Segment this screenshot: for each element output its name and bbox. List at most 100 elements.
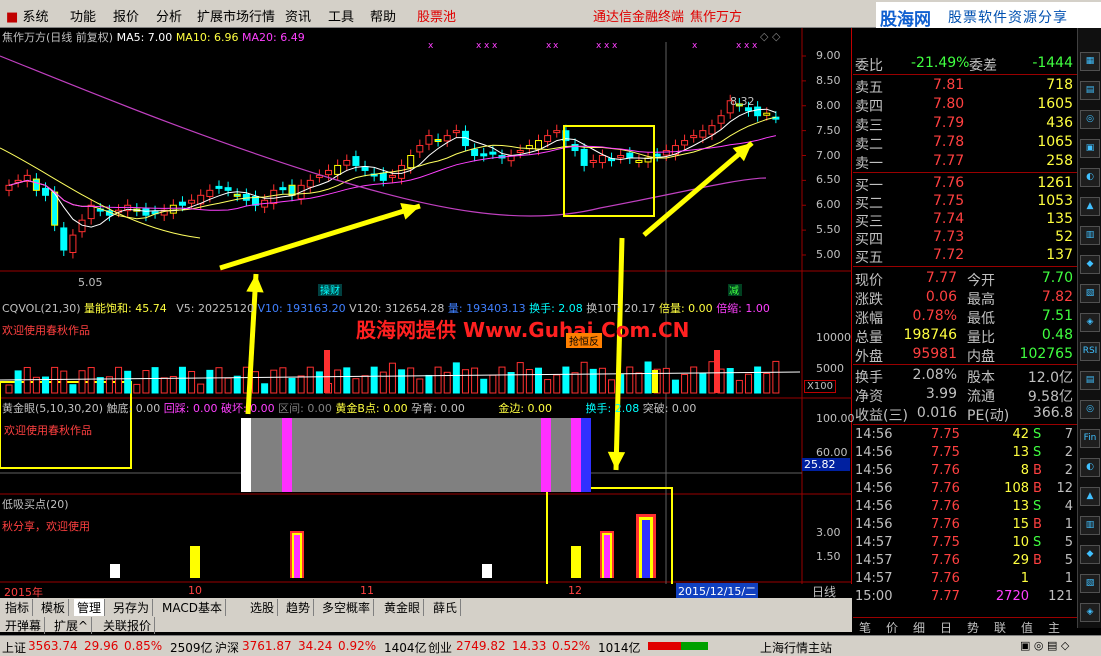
right-tool-icon[interactable]: ▧: [1080, 284, 1100, 303]
stat-value: 7.77: [925, 270, 957, 286]
volume-bar: [598, 367, 606, 394]
quote-tab[interactable]: 值: [1021, 619, 1033, 636]
menu-news[interactable]: 资讯: [285, 6, 311, 25]
menu-system[interactable]: ■ 系统: [6, 6, 48, 25]
menu-help[interactable]: 帮助: [370, 6, 396, 25]
right-tool-icon[interactable]: ▥: [1080, 516, 1100, 535]
bid-row[interactable]: 买二 7.75 1053: [853, 192, 1077, 212]
bid-row[interactable]: 买三 7.74 135: [853, 210, 1077, 230]
menu-extended-market[interactable]: 扩展市场行情: [197, 6, 275, 25]
candle-body: [188, 199, 196, 204]
tick-row[interactable]: 14:56 7.75 42 S 7: [853, 426, 1077, 444]
quote-tab[interactable]: 细: [913, 619, 925, 636]
quote-tab[interactable]: 势: [967, 619, 979, 636]
ask-row[interactable]: 卖一 7.77 258: [853, 152, 1077, 172]
candle-body: [407, 155, 415, 169]
sz-index-label[interactable]: 沪深: [215, 639, 239, 656]
bid-row[interactable]: 买五 7.72 137: [853, 246, 1077, 266]
indicator-tab[interactable]: 选股: [247, 599, 279, 616]
candle-body: [452, 130, 460, 134]
right-tool-icon[interactable]: ▥: [1080, 226, 1100, 245]
tick-row[interactable]: 14:57 7.76 1 1: [853, 570, 1077, 588]
cy-index-change: 14.33: [512, 639, 547, 653]
right-tool-icon[interactable]: ▤: [1080, 371, 1100, 390]
right-tool-icon[interactable]: ◈: [1080, 313, 1100, 332]
chart-options-icon[interactable]: ◇ ◇: [760, 30, 780, 43]
right-tool-icon[interactable]: Fin: [1080, 429, 1100, 448]
right-tool-icon[interactable]: ▲: [1080, 487, 1100, 506]
volume-bar: [644, 361, 652, 394]
menu-quote[interactable]: 报价: [113, 6, 139, 25]
menu-tools[interactable]: 工具: [328, 6, 354, 25]
right-tool-icon[interactable]: ◆: [1080, 255, 1100, 274]
indicator-tab[interactable]: 管理: [74, 599, 106, 616]
candle-body: [443, 135, 451, 142]
indicator-tab[interactable]: 指标: [2, 599, 34, 616]
right-tool-icon[interactable]: ◆: [1080, 545, 1100, 564]
tick-row[interactable]: 14:56 7.76 108 B 12: [853, 480, 1077, 498]
candle-body: [388, 174, 396, 178]
ask-row[interactable]: 卖三 7.79 436: [853, 114, 1077, 134]
right-tool-icon[interactable]: ▧: [1080, 574, 1100, 593]
status-icons[interactable]: ▣ ◎ ▤ ◇: [1020, 639, 1069, 652]
indicator-tab[interactable]: 黄金眼: [381, 599, 425, 616]
quote-tab[interactable]: 价: [886, 619, 898, 636]
top-marker: x: [736, 41, 742, 51]
tick-row[interactable]: 15:00 7.77 2720 121: [853, 588, 1077, 606]
extension-tab[interactable]: 开弹幕: [2, 617, 46, 634]
tick-row[interactable]: 14:56 7.76 15 B 1: [853, 516, 1077, 534]
volume-bar: [507, 372, 515, 394]
tick-row[interactable]: 14:56 7.75 13 S 2: [853, 444, 1077, 462]
fund-value: 3.99: [925, 386, 957, 402]
indicator-tab[interactable]: 趋势: [283, 599, 315, 616]
right-tool-icon[interactable]: ◐: [1080, 168, 1100, 187]
tick-row[interactable]: 14:57 7.76 29 B 5: [853, 552, 1077, 570]
menu-analysis[interactable]: 分析: [156, 6, 182, 25]
right-tool-icon[interactable]: RSI: [1080, 342, 1100, 361]
right-tool-icon[interactable]: ▤: [1080, 81, 1100, 100]
extension-tab[interactable]: 扩展^: [51, 617, 93, 634]
tick-row[interactable]: 14:57 7.75 10 S 5: [853, 534, 1077, 552]
tick-row[interactable]: 14:56 7.76 13 S 4: [853, 498, 1077, 516]
right-tool-icon[interactable]: ▣: [1080, 139, 1100, 158]
bid-row[interactable]: 买四 7.73 52: [853, 228, 1077, 248]
candle-body: [681, 140, 689, 146]
server-status[interactable]: 上海行情主站: [760, 639, 832, 656]
menu-stock-pool[interactable]: 股票池: [417, 6, 456, 25]
volume-bar: [671, 379, 679, 394]
indicator-tab[interactable]: 薛氏: [430, 599, 462, 616]
volume-note: 欢迎使用春秋作品: [2, 324, 90, 337]
tick-row[interactable]: 14:56 7.76 8 B 2: [853, 462, 1077, 480]
extension-tab[interactable]: 关联报价: [100, 617, 156, 634]
ask-row[interactable]: 卖五 7.81 718: [853, 76, 1077, 96]
indicator-tab[interactable]: MACD基本: [159, 599, 226, 616]
price-ylabel: 8.50: [816, 73, 841, 87]
tick-count: 1: [1064, 571, 1073, 586]
chart-area[interactable]: x x x x x x x x x x x x x 5.05 8.32 操财减 焦作万方(日线 前复权) MA…: [0, 28, 855, 599]
kline-title: 焦作万方(日线 前复权): [2, 31, 114, 44]
lowbuy-bar: [190, 546, 200, 578]
quote-tab[interactable]: 笔: [859, 619, 871, 636]
cy-index-label[interactable]: 创业: [428, 639, 452, 656]
quote-tab[interactable]: 联: [994, 619, 1006, 636]
candle-body: [480, 153, 488, 157]
indicator-tab[interactable]: 多空概率: [319, 599, 375, 616]
right-tool-icon[interactable]: ◎: [1080, 110, 1100, 129]
right-tool-icon[interactable]: ◐: [1080, 458, 1100, 477]
tick-count: 5: [1064, 535, 1073, 550]
quote-tab[interactable]: 日: [940, 619, 952, 636]
right-tool-icon[interactable]: ▲: [1080, 197, 1100, 216]
menu-function[interactable]: 功能: [70, 6, 96, 25]
bid-row[interactable]: 买一 7.76 1261: [853, 174, 1077, 194]
ask-row[interactable]: 卖四 7.80 1605: [853, 95, 1077, 115]
quote-tab[interactable]: 主: [1048, 619, 1060, 636]
right-tool-icon[interactable]: ◎: [1080, 400, 1100, 419]
indicator-tab[interactable]: 另存为: [110, 599, 154, 616]
indicator-tab[interactable]: 模板: [38, 599, 70, 616]
ask-row[interactable]: 卖二 7.78 1065: [853, 133, 1077, 153]
candle-body: [635, 159, 643, 163]
right-tool-icon[interactable]: ◈: [1080, 603, 1100, 622]
sh-index-label[interactable]: 上证: [2, 639, 26, 656]
right-tool-icon[interactable]: ▦: [1080, 52, 1100, 71]
volume-bar: [580, 361, 588, 394]
